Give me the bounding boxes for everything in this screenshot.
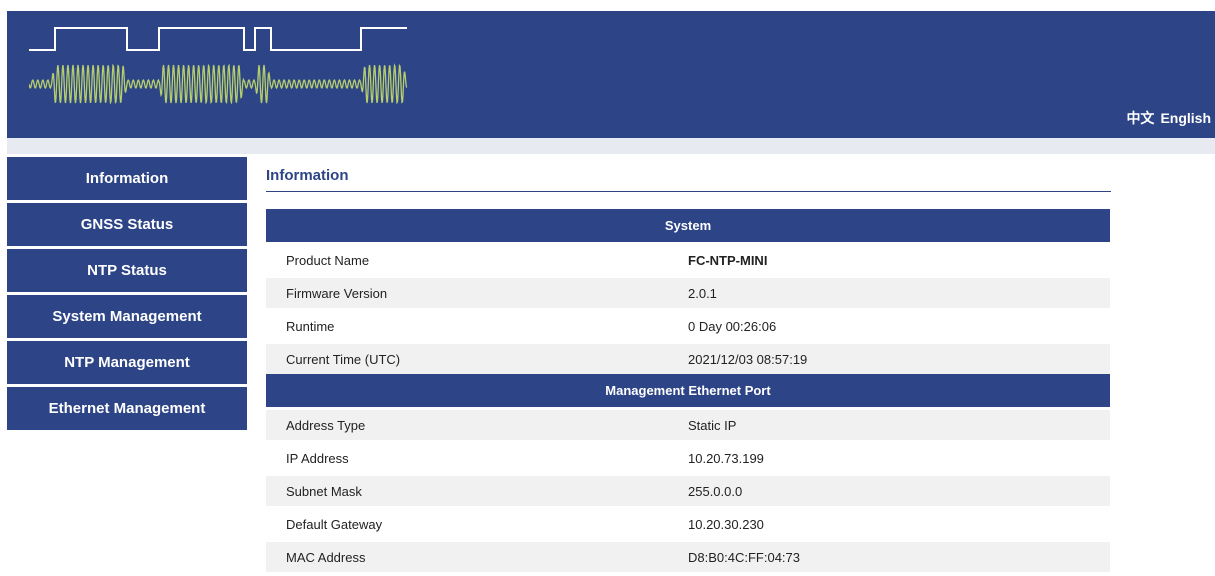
header-subbar xyxy=(7,138,1215,154)
lang-chinese-link[interactable]: 中文 xyxy=(1126,110,1154,126)
signal-waveform-logo xyxy=(29,27,408,104)
row-label: Product Name xyxy=(266,242,688,277)
row-value: Static IP xyxy=(688,407,1110,442)
language-switcher: 中文 English xyxy=(1126,108,1211,128)
sidebar-item-ntp-status[interactable]: NTP Status xyxy=(7,249,247,292)
page-title: Information xyxy=(266,157,1111,192)
row-value: 2.0.1 xyxy=(688,275,1110,310)
section-header-ethernet: Management Ethernet Port xyxy=(266,374,1110,409)
main-content: Information System Product Name FC-NTP-M… xyxy=(266,157,1111,572)
row-label: Current Time (UTC) xyxy=(266,341,688,374)
table-row: Subnet Mask 255.0.0.0 xyxy=(266,473,1110,508)
row-label: Firmware Version xyxy=(266,275,688,310)
row-label: Subnet Mask xyxy=(266,473,688,508)
table-row: IP Address 10.20.73.199 xyxy=(266,440,1110,475)
section-title: System xyxy=(266,209,1110,244)
table-row: Current Time (UTC) 2021/12/03 08:57:19 xyxy=(266,341,1110,374)
row-label: Default Gateway xyxy=(266,506,688,541)
table-row: Address Type Static IP xyxy=(266,407,1110,442)
row-value: 0 Day 00:26:06 xyxy=(688,308,1110,343)
row-label: Runtime xyxy=(266,308,688,343)
row-value: FC-NTP-MINI xyxy=(688,242,1110,277)
row-value: 10.20.30.230 xyxy=(688,506,1110,541)
table-row: MAC Address D8:B0:4C:FF:04:73 xyxy=(266,539,1110,572)
sidebar-item-gnss-status[interactable]: GNSS Status xyxy=(7,203,247,246)
section-header-system: System xyxy=(266,209,1110,244)
row-value: 10.20.73.199 xyxy=(688,440,1110,475)
row-label: IP Address xyxy=(266,440,688,475)
sidebar-item-ethernet-management[interactable]: Ethernet Management xyxy=(7,387,247,430)
sidebar-item-information[interactable]: Information xyxy=(7,157,247,200)
sidebar-item-system-management[interactable]: System Management xyxy=(7,295,247,338)
table-row: Runtime 0 Day 00:26:06 xyxy=(266,308,1110,343)
sidebar-nav: Information GNSS Status NTP Status Syste… xyxy=(7,157,247,433)
table-row: Firmware Version 2.0.1 xyxy=(266,275,1110,310)
table-row: Default Gateway 10.20.30.230 xyxy=(266,506,1110,541)
table-row: Product Name FC-NTP-MINI xyxy=(266,242,1110,277)
row-label: Address Type xyxy=(266,407,688,442)
row-value: 255.0.0.0 xyxy=(688,473,1110,508)
row-label: MAC Address xyxy=(266,539,688,572)
row-value: 2021/12/03 08:57:19 xyxy=(688,341,1110,374)
sidebar-item-ntp-management[interactable]: NTP Management xyxy=(7,341,247,384)
info-table: System Product Name FC-NTP-MINI Firmware… xyxy=(266,209,1110,572)
lang-english-link[interactable]: English xyxy=(1160,110,1211,126)
section-title: Management Ethernet Port xyxy=(266,374,1110,409)
header-banner: 中文 English xyxy=(7,11,1215,138)
row-value: D8:B0:4C:FF:04:73 xyxy=(688,539,1110,572)
